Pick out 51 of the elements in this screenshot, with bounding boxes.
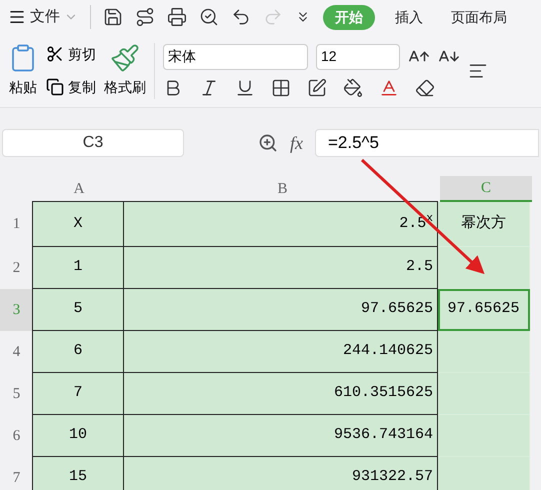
table-cell: 幂次方: [438, 202, 530, 247]
table-cell: 1: [32, 246, 124, 289]
save-icon[interactable]: [103, 7, 123, 27]
scissors-icon: [46, 45, 64, 63]
row-header[interactable]: 1: [0, 202, 33, 247]
file-menu[interactable]: 文件: [8, 6, 78, 28]
undo-icon[interactable]: [231, 7, 251, 27]
font-select[interactable]: 宋体: [163, 44, 308, 70]
route-icon[interactable]: [135, 7, 155, 27]
borders-icon[interactable]: [271, 78, 291, 98]
zoom-icon[interactable]: [258, 133, 278, 153]
formula-field[interactable]: =2.5^5: [315, 129, 539, 157]
font-color-icon[interactable]: [379, 78, 399, 98]
row-header[interactable]: 2: [0, 247, 33, 289]
ribbon-tab[interactable]: 页面布局: [443, 6, 515, 28]
row-header[interactable]: 5: [0, 373, 33, 415]
menu-icon: [8, 8, 26, 26]
table-cell: 15: [32, 456, 124, 490]
table-cell: 5: [32, 288, 124, 331]
eraser-icon[interactable]: [415, 78, 435, 98]
table-cell: 97.65625: [123, 288, 438, 331]
table-cell: 6: [32, 330, 124, 373]
preview-icon[interactable]: [199, 7, 219, 27]
underline-icon[interactable]: [235, 78, 255, 98]
table-cell: 10: [32, 414, 124, 457]
table-cell: 7: [32, 372, 124, 415]
row-header[interactable]: 6: [0, 415, 33, 457]
copy-icon: [46, 78, 64, 96]
row-header[interactable]: 4: [0, 331, 33, 373]
format-painter-button[interactable]: 格式刷: [104, 43, 146, 98]
font-size-select[interactable]: 12: [316, 44, 400, 70]
copy-button[interactable]: 复制: [46, 76, 96, 98]
table-cell: 2.5: [123, 246, 438, 289]
cut-button[interactable]: 剪切: [46, 44, 96, 64]
column-header[interactable]: A: [33, 176, 125, 202]
fill-icon[interactable]: [343, 78, 363, 98]
paste-button[interactable]: 粘贴: [8, 43, 38, 98]
column-header[interactable]: B: [125, 176, 440, 202]
table-cell: 610.3515625: [123, 372, 438, 415]
brush-icon: [110, 43, 140, 73]
table-cell: 9536.743164: [123, 414, 438, 457]
table-cell: 931322.57: [123, 456, 438, 490]
printer-icon[interactable]: [167, 7, 187, 27]
edit-icon[interactable]: [307, 78, 327, 98]
fx-label[interactable]: fx: [290, 130, 303, 156]
ribbon-tab[interactable]: 插入: [387, 6, 431, 28]
table-cell: 97.65625: [438, 289, 530, 331]
table-cell: X: [32, 201, 124, 247]
table-cell: 244.140625: [123, 330, 438, 373]
row-header[interactable]: 7: [0, 457, 33, 490]
name-box[interactable]: C3: [2, 129, 184, 157]
